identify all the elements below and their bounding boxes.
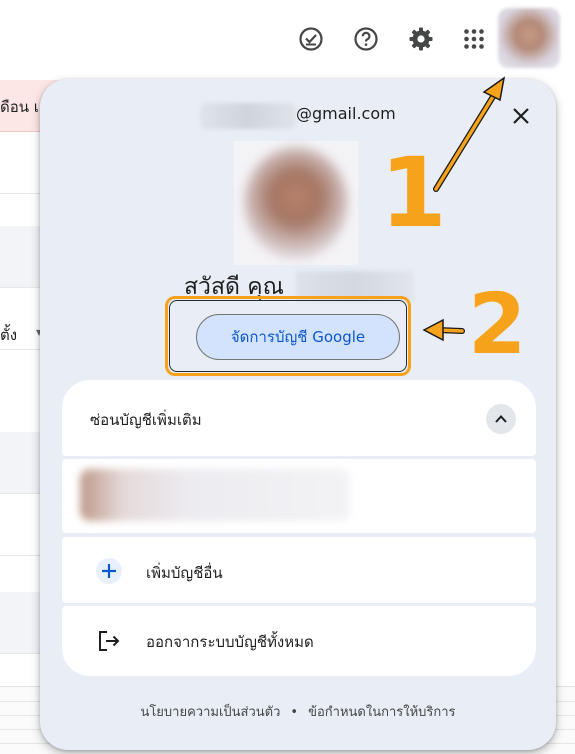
hide-more-accounts-label: ซ่อนบัญชีเพิ่มเติม <box>90 411 202 429</box>
add-account-button[interactable]: เพิ่มบัญชีอื่น <box>62 537 536 603</box>
privacy-policy-link[interactable]: นโยบายความเป็นส่วนตัว <box>140 701 280 722</box>
account-panel: @gmail.com สวัสดี คุณ จัดการบัญชี Google… <box>40 79 556 750</box>
sign-out-all-button[interactable]: ออกจากระบบบัญชีทั้งหมด <box>62 606 536 676</box>
help-icon[interactable] <box>351 24 381 54</box>
step-number-1: 1 <box>380 137 447 249</box>
footer-separator: • <box>290 705 299 720</box>
settings-gear-icon[interactable] <box>406 24 436 54</box>
account-avatar-button[interactable] <box>498 8 560 68</box>
profile-avatar[interactable] <box>234 141 358 265</box>
chevron-up-icon[interactable] <box>486 404 516 434</box>
background-alert-text: ดือน เ <box>0 98 39 116</box>
sign-out-all-label: ออกจากระบบบัญชีทั้งหมด <box>146 633 314 651</box>
add-account-label: เพิ่มบัญชีอื่น <box>146 564 223 582</box>
other-account-redacted <box>80 469 350 521</box>
account-email: @gmail.com <box>296 104 396 123</box>
apps-grid-icon[interactable] <box>459 24 489 54</box>
other-account-item[interactable] <box>62 459 536 533</box>
hide-more-accounts-toggle[interactable]: ซ่อนบัญชีเพิ่มเติม <box>62 380 536 456</box>
plus-icon <box>96 558 122 584</box>
terms-of-service-link[interactable]: ข้อกำหนดในการให้บริการ <box>308 701 455 722</box>
logout-icon <box>96 628 122 654</box>
profile-photo-redacted <box>244 147 348 259</box>
close-icon <box>513 108 529 124</box>
panel-footer: นโยบายความเป็นส่วนตัว • ข้อกำหนดในการให้บร… <box>40 701 556 722</box>
close-button[interactable] <box>504 99 538 133</box>
background-row-text: ตั้ง <box>0 326 18 344</box>
manage-google-account-button[interactable]: จัดการบัญชี Google <box>196 314 400 360</box>
step-number-2: 2 <box>468 275 527 373</box>
tasks-check-icon[interactable] <box>296 24 326 54</box>
email-username-redacted <box>200 103 296 129</box>
